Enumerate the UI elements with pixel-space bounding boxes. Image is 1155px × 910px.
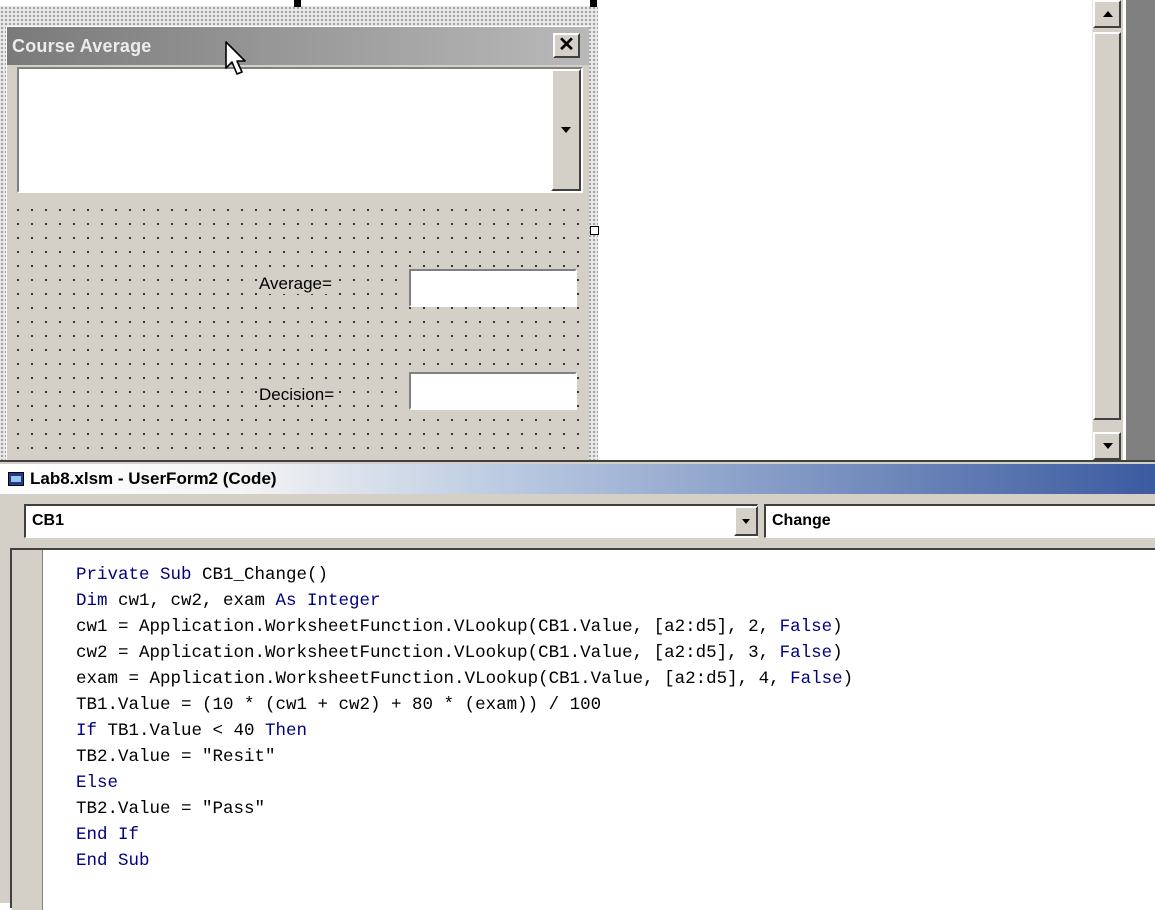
userform-title: Course Average xyxy=(12,36,152,56)
code-window: Lab8.xlsm - UserForm2 (Code) CB1 Change … xyxy=(0,460,1155,910)
code-text: CB1_Change() xyxy=(202,565,329,585)
scroll-down-icon xyxy=(1103,443,1113,449)
scroll-up-button[interactable] xyxy=(1093,0,1121,28)
code-text: TB1.Value < 40 xyxy=(107,721,266,741)
resize-handle-right[interactable] xyxy=(590,226,599,235)
dropdown-arrow-icon xyxy=(561,127,571,133)
code-keyword: False xyxy=(779,617,833,637)
form-designer-area: Course Average ✕ Average= Decision= xyxy=(0,0,1155,467)
designer-frame: Course Average ✕ Average= Decision= xyxy=(0,0,599,467)
code-line[interactable]: cw2 = Application.WorksheetFunction.VLoo… xyxy=(76,640,853,666)
code-keyword: False xyxy=(790,669,843,689)
code-text: TB2.Value = "Pass" xyxy=(76,799,266,819)
scroll-up-icon xyxy=(1103,11,1113,17)
code-lines: Private Sub CB1_Change() Dim cw1, cw2, ex… xyxy=(76,562,853,874)
code-line[interactable]: TB2.Value = "Resit" xyxy=(76,744,853,770)
code-text: TB2.Value = "Resit" xyxy=(76,747,276,767)
code-line[interactable]: If TB1.Value < 40 Then xyxy=(76,718,853,744)
combobox-cb1[interactable] xyxy=(17,67,583,193)
code-line[interactable]: Dim cw1, cw2, exam As Integer xyxy=(76,588,853,614)
mouse-pointer-icon xyxy=(225,41,246,75)
close-button[interactable]: ✕ xyxy=(553,33,580,58)
userform-titlebar[interactable]: Course Average ✕ xyxy=(7,27,589,65)
code-window-icon xyxy=(8,472,24,486)
code-keyword: End Sub xyxy=(76,851,150,871)
code-window-titlebar[interactable]: Lab8.xlsm - UserForm2 (Code) xyxy=(0,464,1155,494)
code-text: TB1.Value = (10 * (cw1 + cw2) + 80 * (ex… xyxy=(76,695,602,715)
resize-handle-top[interactable] xyxy=(294,0,301,7)
average-label: Average= xyxy=(257,274,334,294)
code-line[interactable]: TB1.Value = (10 * (cw1 + cw2) + 80 * (ex… xyxy=(76,692,853,718)
object-dropdown-button[interactable] xyxy=(734,506,758,536)
resize-handle-top-right[interactable] xyxy=(590,0,597,7)
scroll-down-button[interactable] xyxy=(1093,432,1121,460)
close-icon: ✕ xyxy=(558,34,575,56)
code-line[interactable]: exam = Application.WorksheetFunction.VLo… xyxy=(76,666,853,692)
code-line[interactable]: End If xyxy=(76,822,853,848)
code-text: cw1 = Application.WorksheetFunction.VLoo… xyxy=(76,617,780,637)
code-line[interactable]: TB2.Value = "Pass" xyxy=(76,796,853,822)
scrollbar-thumb[interactable] xyxy=(1093,32,1121,420)
code-keyword: Else xyxy=(76,773,119,793)
code-text: exam = Application.WorksheetFunction.VLo… xyxy=(76,669,791,689)
decision-label: Decision= xyxy=(257,385,337,405)
designer-vertical-scrollbar[interactable] xyxy=(1092,0,1123,460)
code-text: ) xyxy=(832,617,843,637)
decision-textbox[interactable] xyxy=(409,372,577,410)
design-grid xyxy=(7,197,589,467)
code-keyword: Private Sub xyxy=(76,565,203,585)
code-editor[interactable]: Private Sub CB1_Change() Dim cw1, cw2, ex… xyxy=(10,548,1155,910)
code-line[interactable]: End Sub xyxy=(76,848,853,874)
combobox-dropdown-button[interactable] xyxy=(551,69,581,191)
code-text: cw2 = Application.WorksheetFunction.VLoo… xyxy=(76,643,780,663)
code-keyword: Dim xyxy=(76,591,119,611)
code-keyword: Then xyxy=(265,721,308,741)
object-dropdown[interactable]: CB1 xyxy=(24,504,758,538)
code-text: cw1, cw2, exam xyxy=(118,591,276,611)
code-text: ) xyxy=(842,669,854,689)
average-textbox[interactable] xyxy=(409,269,577,307)
code-line[interactable]: Else xyxy=(76,770,853,796)
code-window-title: Lab8.xlsm - UserForm2 (Code) xyxy=(30,469,277,488)
code-keyword: End If xyxy=(76,825,140,845)
code-text: ) xyxy=(832,643,843,663)
procedure-dropdown-value: Change xyxy=(772,512,831,529)
procedure-dropdown[interactable]: Change xyxy=(764,504,1155,538)
object-dropdown-value: CB1 xyxy=(32,512,65,529)
dropdown-arrow-icon xyxy=(742,519,750,524)
code-keyword: False xyxy=(779,643,833,663)
margin-indicator-bar[interactable] xyxy=(12,550,43,910)
code-keyword: As Integer xyxy=(275,591,381,611)
code-line[interactable]: Private Sub CB1_Change() xyxy=(76,562,853,588)
right-gray-strip xyxy=(1126,0,1155,460)
userform[interactable]: Course Average ✕ Average= Decision= xyxy=(6,26,589,467)
code-keyword: If xyxy=(76,721,108,741)
code-line[interactable]: cw1 = Application.WorksheetFunction.VLoo… xyxy=(76,614,853,640)
